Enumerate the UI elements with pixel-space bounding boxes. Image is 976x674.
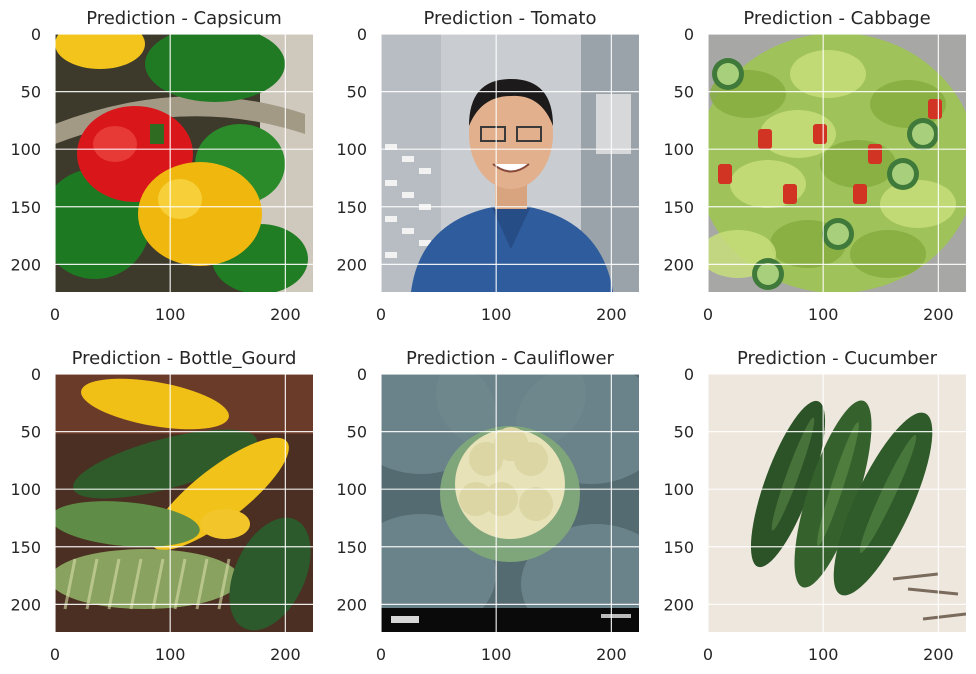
man-portrait-photo	[381, 34, 639, 292]
y-tick-label: 150	[663, 538, 694, 557]
x-tick-label: 200	[923, 645, 954, 664]
panels-layer: Prediction - Capsicum 0 100 200 0 50 100 150 200…	[10, 8, 966, 664]
y-tick-label: 150	[336, 198, 367, 217]
y-tick-label: 0	[357, 365, 367, 384]
x-tick-label: 100	[808, 645, 839, 664]
y-tick-label: 100	[663, 140, 694, 159]
panel-title: Prediction - Tomato	[424, 8, 597, 29]
y-tick-label: 200	[336, 595, 367, 614]
y-tick-label: 100	[663, 480, 694, 499]
y-tick-label: 100	[10, 480, 41, 499]
x-tick-label: 0	[703, 305, 713, 324]
x-tick-label: 200	[596, 645, 627, 664]
y-tick-label: 200	[336, 255, 367, 274]
figure-canvas: Prediction - Capsicum 0 100 200 0 50 100 150 200…	[10, 8, 966, 664]
prediction-panel: Prediction - Bottle_Gourd 0 100 200 0 50 100 15…	[10, 348, 313, 664]
y-tick-label: 100	[336, 140, 367, 159]
x-tick-label: 0	[50, 645, 60, 664]
x-tick-label: 100	[481, 645, 512, 664]
prediction-panel: Prediction - Tomato 0 100 200 0 50 100 150 200	[336, 8, 639, 324]
panel-title: Prediction - Cabbage	[743, 8, 930, 29]
salad-bowl-photo	[708, 34, 966, 292]
y-tick-label: 50	[347, 423, 367, 442]
y-tick-label: 50	[347, 83, 367, 102]
y-tick-label: 0	[31, 365, 41, 384]
bell-peppers-photo	[55, 34, 313, 292]
x-tick-label: 100	[155, 645, 186, 664]
panel-title: Prediction - Capsicum	[86, 8, 282, 29]
y-tick-label: 50	[674, 423, 694, 442]
panel-title: Prediction - Bottle_Gourd	[72, 348, 297, 369]
x-tick-label: 200	[596, 305, 627, 324]
y-tick-label: 0	[357, 25, 367, 44]
prediction-panel: Prediction - Capsicum 0 100 200 0 50 100 150 200	[10, 8, 313, 324]
x-tick-label: 0	[376, 645, 386, 664]
y-tick-label: 0	[684, 25, 694, 44]
x-tick-label: 0	[50, 305, 60, 324]
x-tick-label: 200	[270, 305, 301, 324]
y-tick-label: 0	[684, 365, 694, 384]
x-tick-label: 100	[481, 305, 512, 324]
y-tick-label: 50	[674, 83, 694, 102]
prediction-panel: Prediction - Cauliflower 0 100 200 0 50 100 150…	[336, 348, 639, 664]
prediction-panel: Prediction - Cucumber 0 100 200 0 50 100 150 200	[663, 348, 966, 664]
x-tick-label: 100	[808, 305, 839, 324]
panel-title: Prediction - Cucumber	[737, 348, 938, 369]
y-tick-label: 150	[663, 198, 694, 217]
panel-title: Prediction - Cauliflower	[406, 348, 615, 369]
y-tick-label: 200	[10, 595, 41, 614]
y-tick-label: 200	[663, 595, 694, 614]
y-tick-label: 100	[10, 140, 41, 159]
y-tick-label: 150	[336, 538, 367, 557]
y-tick-label: 50	[21, 83, 41, 102]
y-tick-label: 50	[21, 423, 41, 442]
y-tick-label: 150	[10, 538, 41, 557]
y-tick-label: 200	[10, 255, 41, 274]
x-tick-label: 200	[270, 645, 301, 664]
y-tick-label: 100	[336, 480, 367, 499]
y-tick-label: 0	[31, 25, 41, 44]
y-tick-label: 150	[10, 198, 41, 217]
zucchini-photo	[708, 374, 966, 632]
x-tick-label: 0	[376, 305, 386, 324]
x-tick-label: 200	[923, 305, 954, 324]
x-tick-label: 100	[155, 305, 186, 324]
y-tick-label: 200	[663, 255, 694, 274]
x-tick-label: 0	[703, 645, 713, 664]
prediction-panel: Prediction - Cabbage 0 100 200 0 50 100 150 200	[663, 8, 966, 324]
